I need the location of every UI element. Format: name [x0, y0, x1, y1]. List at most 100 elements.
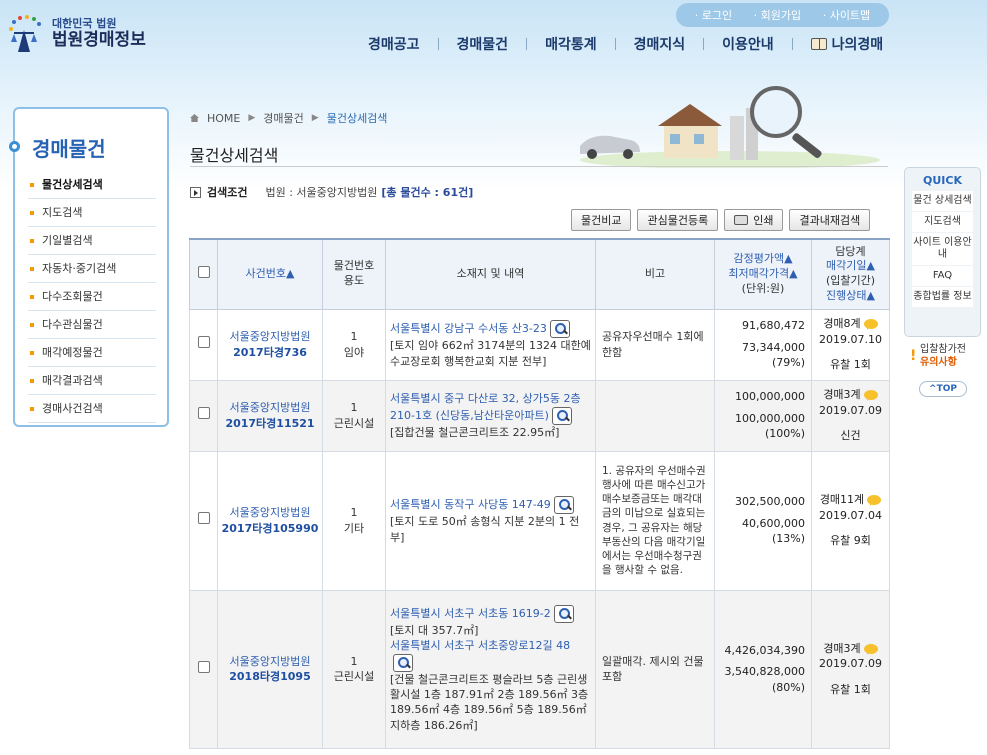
case-number-cell[interactable]: 서울중앙지방법원 2017타경736: [217, 308, 323, 381]
print-label: 인쇄: [753, 214, 774, 227]
address-link[interactable]: 서울특별시 동작구 사당동 147-49: [390, 498, 551, 511]
search-condition: 검색조건 법원 : 서울중앙지방법원 [총 물건수 : 61건]: [190, 184, 473, 200]
case-number-cell[interactable]: 서울중앙지방법원 2017타경105990: [217, 450, 323, 591]
header-address: 소재지 및 내역: [385, 238, 596, 310]
signup-link[interactable]: · 회원가입: [754, 7, 801, 23]
add-watch-button[interactable]: 관심물건등록: [637, 209, 719, 231]
map-search-icon[interactable]: [551, 406, 572, 425]
quick-item-usage-guide[interactable]: 사이트 이용안내: [912, 233, 973, 265]
row-checkbox[interactable]: [197, 336, 210, 349]
case-number-cell[interactable]: 서울중앙지방법원 2017타경11521: [217, 379, 323, 452]
action-buttons: 물건비교 관심물건등록 인쇄 결과내재검색: [571, 209, 871, 231]
sidebar-item-date-search[interactable]: 기일별검색: [28, 227, 156, 255]
house-illustration: [580, 86, 880, 168]
chat-bubble-icon[interactable]: [863, 643, 878, 655]
sidebar-title: 경매물건: [32, 137, 106, 161]
top-label: TOP: [936, 384, 957, 394]
sitemap-link[interactable]: · 사이트맵: [823, 7, 870, 23]
quick-item-detail-search[interactable]: 물건 상세검색: [912, 191, 973, 211]
row-checkbox[interactable]: [197, 660, 210, 673]
breadcrumb-items[interactable]: 경매물건: [263, 110, 303, 126]
nav-sale-statistics[interactable]: 매각통계: [527, 34, 615, 54]
print-button[interactable]: 인쇄: [724, 209, 784, 231]
notice-line2: 유의사항: [920, 357, 957, 368]
condition-value: 법원 : 서울중앙지방법원: [265, 186, 378, 199]
address-link[interactable]: 서울특별시 강남구 수서동 산3-23: [390, 322, 547, 335]
exclamation-icon: !: [910, 348, 917, 364]
nav-auction-knowledge[interactable]: 경매지식: [616, 34, 704, 54]
header-select-all: [189, 238, 218, 310]
bullet-icon: [9, 141, 20, 152]
map-search-icon[interactable]: [549, 320, 570, 339]
quick-title: QUICK: [923, 174, 962, 187]
table-row: 서울중앙지방법원 2017타경105990 1 기타 서울특별시 동작구 사당동 1…: [189, 450, 890, 591]
header-note: 비고: [595, 238, 715, 310]
toggle-arrow-icon[interactable]: [190, 186, 201, 198]
sidebar-menu: 물건상세검색 지도검색 기일별검색 자동차·중기검색 다수조회물건 다수관심물건…: [28, 171, 156, 423]
table-row: 서울중앙지방법원 2017타경736 1 임야 서울특별시 강남구 수서동 산3-2…: [189, 308, 890, 381]
map-search-icon[interactable]: [393, 653, 413, 672]
sidebar-item-most-viewed[interactable]: 다수조회물건: [28, 283, 156, 311]
sidebar: 경매물건 물건상세검색 지도검색 기일별검색 자동차·중기검색 다수조회물건 다…: [9, 107, 169, 427]
chat-bubble-icon[interactable]: [863, 319, 878, 331]
compare-button[interactable]: 물건비교: [571, 209, 632, 231]
nav-usage-guide[interactable]: 이용안내: [704, 34, 792, 54]
results-table: 사건번호▲ 물건번호 용도 소재지 및 내역 비고 감정평가액▲ 최저매각가격▲ (단…: [189, 238, 890, 749]
sidebar-item-most-watched[interactable]: 다수관심물건: [28, 311, 156, 339]
result-count: [총 물건수 : 61건]: [381, 186, 474, 199]
logo-subtitle: 대한민국 법원: [52, 17, 117, 31]
utility-bar: · 로그인 · 회원가입 · 사이트맵: [676, 3, 889, 27]
site-logo[interactable]: 대한민국 법원 법원경매정보: [6, 14, 146, 54]
scroll-top-button[interactable]: ^TOP: [919, 381, 967, 397]
page-title: 물건상세검색: [190, 146, 279, 165]
header-case-number[interactable]: 사건번호▲: [217, 238, 323, 310]
breadcrumb-home[interactable]: HOME: [207, 112, 240, 125]
header-price[interactable]: 감정평가액▲ 최저매각가격▲ (단위:원): [714, 238, 812, 310]
sidebar-item-scheduled[interactable]: 매각예정물건: [28, 339, 156, 367]
row-checkbox[interactable]: [197, 512, 210, 525]
chat-bubble-icon[interactable]: [863, 390, 878, 402]
login-link[interactable]: · 로그인: [695, 7, 732, 23]
chat-bubble-icon[interactable]: [867, 495, 882, 507]
title-divider: [190, 166, 888, 167]
printer-icon: [734, 215, 749, 225]
quick-item-map-search[interactable]: 지도검색: [912, 212, 973, 232]
sidebar-item-map-search[interactable]: 지도검색: [28, 199, 156, 227]
refine-search-button[interactable]: 결과내재검색: [789, 209, 871, 231]
nav-my-auction-label: 나의경매: [831, 37, 884, 53]
select-all-checkbox[interactable]: [197, 265, 210, 278]
nav-auction-items[interactable]: 경매물건: [439, 34, 527, 54]
book-icon: [810, 38, 827, 50]
address-link[interactable]: 서울특별시 서초구 서초중앙로12길 48: [390, 639, 570, 652]
quick-item-faq[interactable]: FAQ: [912, 266, 973, 286]
table-header-row: 사건번호▲ 물건번호 용도 소재지 및 내역 비고 감정평가액▲ 최저매각가격▲ (단…: [189, 238, 890, 310]
map-search-icon[interactable]: [553, 496, 574, 515]
sidebar-item-case-search[interactable]: 경매사건검색: [28, 395, 156, 423]
main-navigation: 경매공고 경매물건 매각통계 경매지식 이용안내 나의경매: [350, 34, 901, 54]
court-emblem-icon: [6, 14, 46, 54]
chevron-right-icon: ▶: [248, 113, 256, 123]
case-number-cell[interactable]: 서울중앙지방법원 2018타경1095: [217, 589, 323, 749]
logo-title: 법원경매정보: [52, 30, 146, 51]
sidebar-item-detail-search[interactable]: 물건상세검색: [28, 171, 156, 199]
quick-item-legal-info[interactable]: 종합법률 정보: [912, 287, 973, 307]
breadcrumb: HOME ▶ 경매물건 ▶ 물건상세검색: [190, 110, 387, 126]
map-search-icon[interactable]: [553, 604, 574, 623]
quick-menu: QUICK 물건 상세검색 지도검색 사이트 이용안내 FAQ 종합법률 정보: [904, 167, 981, 337]
nav-my-auction[interactable]: 나의경매: [793, 34, 902, 54]
notice-line1: 입찰참가전: [920, 344, 966, 355]
chevron-right-icon: ▶: [311, 113, 319, 123]
table-row: 서울중앙지방법원 2018타경1095 1 근린시설 서울특별시 서초구 서초동 1…: [189, 589, 890, 749]
condition-label: 검색조건: [207, 186, 248, 199]
sidebar-item-results[interactable]: 매각결과검색: [28, 367, 156, 395]
nav-auction-notice[interactable]: 경매공고: [350, 34, 438, 54]
caret-up-icon: ^: [929, 384, 937, 394]
address-link[interactable]: 서울특별시 서초구 서초동 1619-2: [390, 607, 551, 620]
table-row: 서울중앙지방법원 2017타경11521 1 근린시설 서울특별시 중구 다산로 3…: [189, 379, 890, 452]
row-checkbox[interactable]: [197, 407, 210, 420]
breadcrumb-current[interactable]: 물건상세검색: [327, 110, 388, 126]
sidebar-item-vehicle-search[interactable]: 자동차·중기검색: [28, 255, 156, 283]
bidding-notice-link[interactable]: ! 입찰참가전 유의사항: [910, 343, 966, 369]
header-item-number: 물건번호 용도: [322, 238, 386, 310]
header-status[interactable]: 담당계 매각기일▲ (입찰기간) 진행상태▲: [811, 238, 890, 310]
